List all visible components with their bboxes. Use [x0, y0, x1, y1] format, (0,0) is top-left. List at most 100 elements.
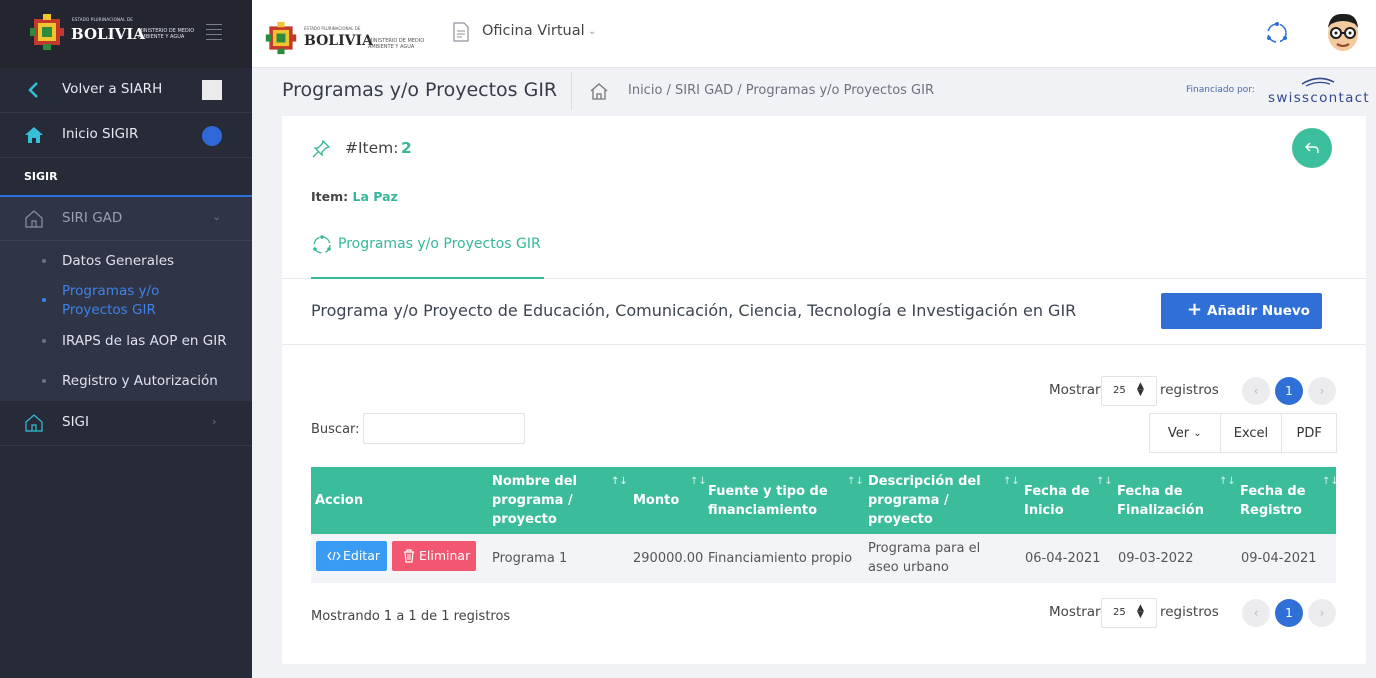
- sort-arrows-icon: ▲ ▼: [1137, 603, 1144, 620]
- sort-icon[interactable]: ↑↓: [1096, 476, 1113, 487]
- page-1-button[interactable]: 1: [1275, 377, 1303, 405]
- topbar: ESTADO PLURINACIONAL DE BOLIVIA MINISTER…: [252, 0, 1376, 68]
- cell-nombre: Programa 1: [492, 551, 568, 566]
- item-location: Item: La Paz: [311, 189, 398, 204]
- sidebar-group-label: SIRI GAD: [62, 210, 123, 226]
- excel-button[interactable]: Excel: [1219, 414, 1282, 452]
- bolivia-emblem-icon: [30, 14, 64, 50]
- add-new-button[interactable]: + Añadir Nuevo: [1161, 293, 1322, 329]
- sort-icon[interactable]: ↑↓: [1219, 476, 1236, 487]
- breadcrumb[interactable]: Inicio / SIRI GAD / Programas y/o Proyec…: [628, 83, 934, 98]
- add-new-label: Añadir Nuevo: [1207, 303, 1310, 319]
- bullet-icon: [42, 298, 46, 302]
- logo-ministry: MINISTERIO DE MEDIO AMBIENTE Y AGUA: [368, 38, 425, 50]
- tab-label: Programas y/o Proyectos GIR: [338, 236, 541, 252]
- item-header: #Item: 2 Item: La Paz: [282, 116, 1366, 212]
- sync-icon: [313, 235, 331, 254]
- prev-page-button[interactable]: ‹: [1242, 377, 1270, 405]
- bullet-icon: [42, 379, 46, 383]
- sort-icon[interactable]: ↑↓: [1322, 476, 1339, 487]
- column-header-descripcion[interactable]: Descripción del programa / proyecto: [868, 467, 998, 534]
- chevron-down-icon[interactable]: ⌄: [588, 26, 596, 37]
- view-label: Ver: [1167, 425, 1190, 441]
- item-location-value: La Paz: [352, 189, 398, 204]
- home-outline-icon: [25, 210, 43, 228]
- sort-icon[interactable]: ↑↓: [847, 476, 864, 487]
- sidebar-section-label: SIGIR: [24, 170, 58, 183]
- edit-label: Editar: [343, 548, 381, 563]
- sidebar-item-programas[interactable]: Programas y/o Proyectos GIR: [62, 282, 192, 320]
- reply-icon: [1305, 142, 1319, 153]
- item-value: 2: [401, 139, 412, 157]
- edit-code-icon: [327, 551, 341, 561]
- column-header-fecha-registro[interactable]: Fecha de Registro: [1240, 467, 1320, 534]
- sidebar-item-iraps[interactable]: IRAPS de las AOP en GIR: [62, 332, 227, 351]
- column-header-accion[interactable]: Accion: [315, 467, 475, 534]
- view-dropdown[interactable]: Ver ⌄: [1150, 414, 1220, 452]
- sort-arrows-icon: ▲ ▼: [1137, 381, 1144, 398]
- sidebar-item-home[interactable]: Inicio SIGIR: [0, 113, 252, 158]
- page-1-button[interactable]: 1: [1275, 599, 1303, 627]
- home-icon: [25, 127, 43, 143]
- sidebar-item-registro[interactable]: Registro y Autorización: [62, 372, 218, 391]
- swisscontact-logo-icon: [1301, 77, 1335, 87]
- chevron-left-icon: [28, 82, 38, 98]
- avatar[interactable]: [1322, 10, 1364, 56]
- sort-icon[interactable]: ↑↓: [690, 476, 707, 487]
- sidebar-group-sigi[interactable]: SIGI ›: [0, 401, 252, 446]
- home-icon[interactable]: [590, 83, 608, 100]
- cell-fecha-registro: 09-04-2021: [1241, 551, 1317, 566]
- chevron-down-icon: ⌄: [212, 210, 222, 223]
- main-card: #Item: 2 Item: La Paz Programas y/o Proy…: [282, 116, 1366, 664]
- plus-icon: +: [1187, 299, 1203, 320]
- prev-page-button[interactable]: ‹: [1242, 599, 1270, 627]
- sidebar-item-label: Inicio SIGIR: [62, 126, 139, 142]
- page-size-select[interactable]: 25 ▲ ▼: [1101, 598, 1157, 628]
- sidebar-logo: ESTADO PLURINACIONAL DE BOLIVIA MINISTER…: [0, 0, 252, 68]
- sort-icon[interactable]: ↑↓: [1003, 476, 1020, 487]
- sponsor-logo: swisscontact: [1268, 90, 1371, 106]
- trash-icon: [404, 549, 414, 563]
- logo-bolivia: BOLIVIA: [71, 25, 145, 43]
- page-size-select[interactable]: 25 ▲ ▼: [1101, 376, 1157, 406]
- show-label: Mostrar: [1049, 382, 1101, 398]
- status-dot: [202, 126, 222, 146]
- pdf-button[interactable]: PDF: [1281, 414, 1336, 452]
- pin-icon: [312, 140, 330, 158]
- edit-button[interactable]: Editar: [316, 541, 387, 571]
- item-location-label: Item:: [311, 189, 349, 204]
- logo-ministry: MINISTERIO DE MEDIO AMBIENTE Y AGUA: [138, 28, 195, 40]
- records-label: registros: [1160, 604, 1219, 620]
- sidebar-group-label: SIGI: [62, 414, 89, 430]
- back-button[interactable]: [1292, 128, 1332, 168]
- menu-toggle-icon[interactable]: [206, 24, 222, 41]
- sort-icon[interactable]: ↑↓: [611, 476, 628, 487]
- page-title: Programas y/o Proyectos GIR: [282, 79, 558, 101]
- sidebar-group-siri-gad[interactable]: SIRI GAD ⌄: [0, 197, 252, 241]
- delete-button[interactable]: Eliminar: [392, 541, 476, 571]
- cell-fecha-fin: 09-03-2022: [1118, 551, 1194, 566]
- cell-fuente: Financiamiento propio: [708, 551, 853, 566]
- search-label: Buscar:: [311, 422, 360, 437]
- sidebar: ESTADO PLURINACIONAL DE BOLIVIA MINISTER…: [0, 0, 252, 678]
- tab-programas[interactable]: Programas y/o Proyectos GIR: [311, 212, 544, 279]
- column-header-fecha-inicio[interactable]: Fecha de Inicio: [1024, 467, 1096, 534]
- document-icon: [453, 22, 469, 42]
- records-label: registros: [1160, 382, 1219, 398]
- sidebar-item-back[interactable]: Volver a SIARH: [0, 68, 252, 113]
- bullet-icon: [42, 259, 46, 263]
- office-menu[interactable]: Oficina Virtual: [482, 23, 585, 39]
- delete-label: Eliminar: [419, 548, 471, 563]
- sync-icon[interactable]: [1264, 20, 1290, 46]
- header-divider: [571, 72, 572, 110]
- column-header-fecha-fin[interactable]: Fecha de Finalización: [1117, 467, 1217, 534]
- funded-by-label: Financiado por:: [1186, 85, 1255, 95]
- section-title: Programa y/o Proyecto de Educación, Comu…: [311, 301, 1077, 320]
- sidebar-item-datos-generales[interactable]: Datos Generales: [62, 252, 174, 271]
- next-page-button[interactable]: ›: [1308, 599, 1336, 627]
- column-header-monto[interactable]: Monto: [633, 467, 693, 534]
- search-input[interactable]: [363, 413, 525, 444]
- column-header-nombre[interactable]: Nombre del programa / proyecto: [492, 467, 592, 534]
- next-page-button[interactable]: ›: [1308, 377, 1336, 405]
- column-header-fuente[interactable]: Fuente y tipo de financiamiento: [708, 467, 838, 534]
